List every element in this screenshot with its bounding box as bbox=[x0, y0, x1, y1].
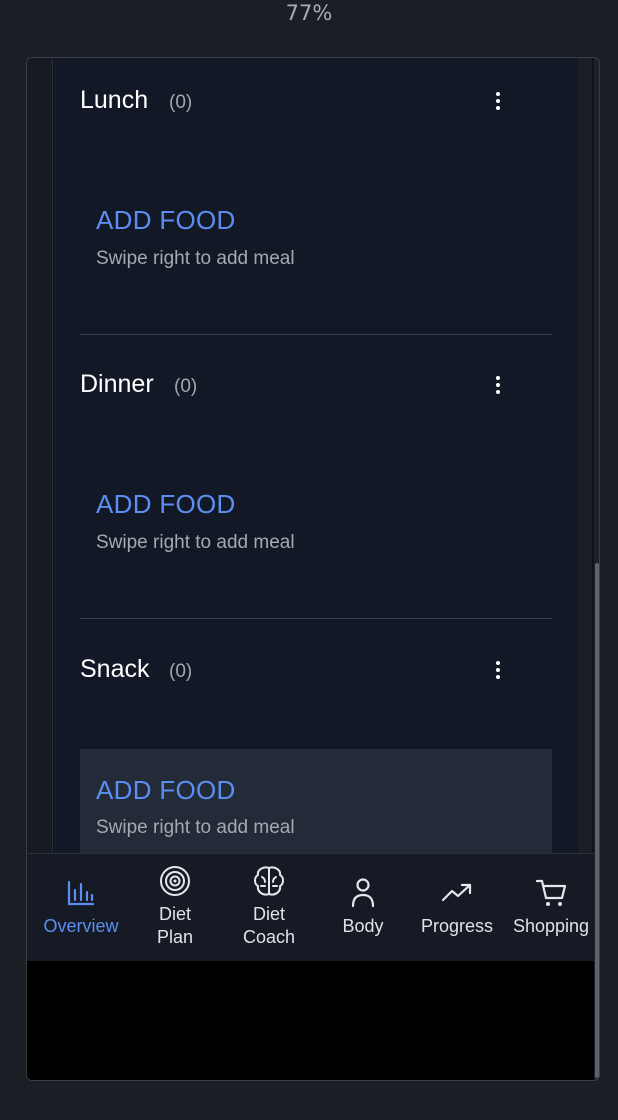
empty-area bbox=[27, 961, 594, 1080]
meal-title: Lunch bbox=[80, 86, 149, 114]
swipe-hint: Swipe right to add meal bbox=[96, 248, 295, 269]
meal-header: Dinner (0) bbox=[80, 342, 552, 398]
nav-label: Overview bbox=[43, 916, 119, 936]
nav-body[interactable]: Body bbox=[316, 854, 410, 962]
person-icon bbox=[351, 878, 375, 908]
meal-count: (0) bbox=[174, 376, 198, 397]
add-food-swipe-area[interactable]: ADD FOOD Swipe right to add meal bbox=[80, 443, 552, 561]
nav-overview[interactable]: Overview bbox=[34, 854, 128, 962]
target-icon bbox=[160, 866, 190, 896]
divider bbox=[80, 618, 552, 619]
right-gutter bbox=[578, 58, 592, 853]
nav-label: Shopping bbox=[512, 916, 590, 936]
meal-title: Dinner bbox=[80, 370, 154, 398]
swipe-hint: Swipe right to add meal bbox=[96, 532, 295, 553]
nav-progress[interactable]: Progress bbox=[410, 854, 504, 962]
add-food-button[interactable]: ADD FOOD bbox=[96, 489, 236, 520]
more-options-icon[interactable] bbox=[488, 661, 508, 685]
nav-diet-plan[interactable]: Diet Plan bbox=[128, 854, 222, 962]
meal-header: Lunch (0) bbox=[80, 58, 552, 114]
trending-up-icon bbox=[441, 883, 472, 902]
add-food-button[interactable]: ADD FOOD bbox=[96, 205, 236, 236]
add-food-swipe-area[interactable]: ADD FOOD Swipe right to add meal bbox=[80, 159, 552, 277]
add-food-swipe-area[interactable]: ADD FOOD Swipe right to add meal bbox=[80, 749, 552, 853]
nav-label: Diet Plan bbox=[156, 904, 194, 947]
app-window: Lunch (0) ADD FOOD Swipe right to add me… bbox=[26, 57, 600, 1081]
left-gutter bbox=[27, 58, 53, 853]
brain-icon bbox=[254, 866, 284, 896]
zoom-level: 77% bbox=[285, 1, 333, 25]
meal-list: Lunch (0) ADD FOOD Swipe right to add me… bbox=[54, 58, 578, 853]
meal-title: Snack bbox=[80, 655, 150, 683]
swipe-hint: Swipe right to add meal bbox=[96, 817, 295, 838]
nav-diet-coach[interactable]: Diet Coach bbox=[222, 854, 316, 962]
nav-shopping[interactable]: Shopping bbox=[504, 854, 598, 962]
nav-label: Progress bbox=[420, 916, 494, 936]
nav-label: Diet Coach bbox=[242, 904, 296, 947]
scrollbar-thumb[interactable] bbox=[595, 563, 599, 1078]
cart-icon bbox=[535, 879, 567, 906]
add-food-button[interactable]: ADD FOOD bbox=[96, 775, 236, 806]
bar-chart-icon bbox=[67, 880, 95, 906]
meal-header: Snack (0) bbox=[80, 627, 552, 683]
meal-count: (0) bbox=[169, 661, 193, 682]
meal-count: (0) bbox=[169, 92, 193, 113]
more-options-icon[interactable] bbox=[488, 92, 508, 116]
nav-label: Body bbox=[342, 916, 384, 936]
divider bbox=[80, 334, 552, 335]
bottom-navigation: Overview Diet Plan Diet Coach Body Progr… bbox=[27, 853, 594, 961]
more-options-icon[interactable] bbox=[488, 376, 508, 400]
